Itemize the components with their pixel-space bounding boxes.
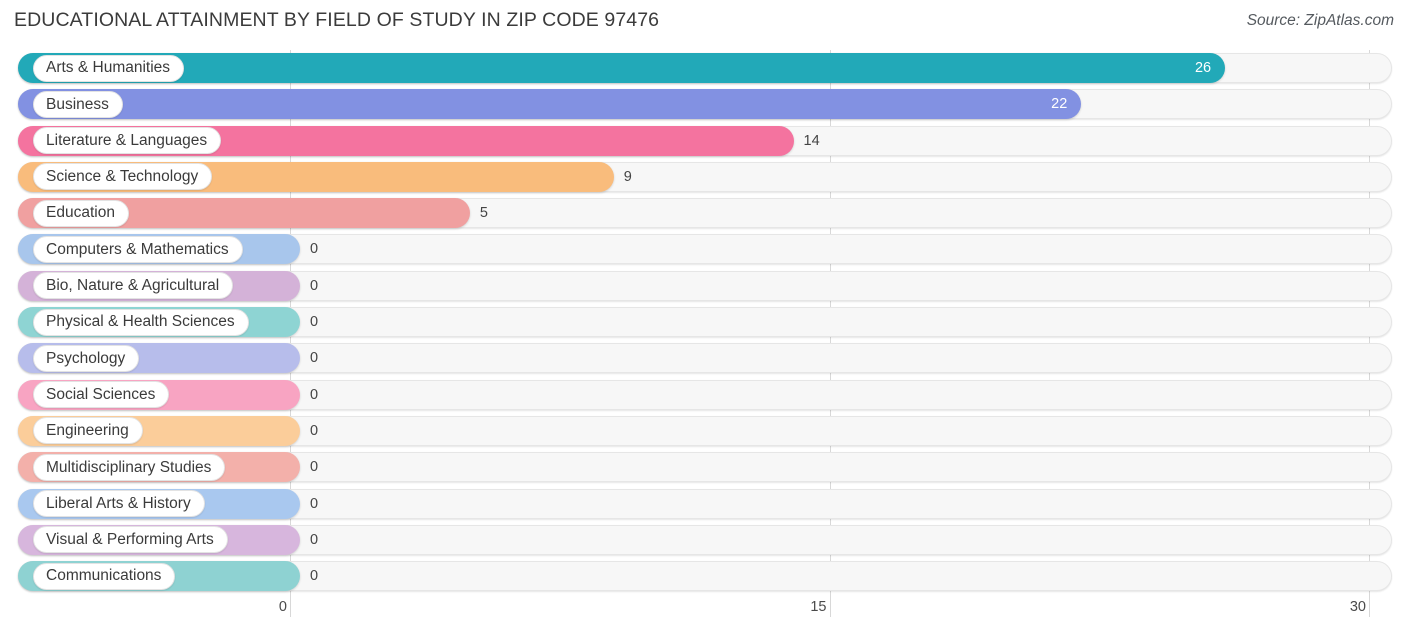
bar-label-pill: Liberal Arts & History	[33, 490, 205, 518]
bar-row: Education 5	[0, 195, 1406, 231]
bar-row: Liberal Arts & History 0	[0, 486, 1406, 522]
bar-label-pill: Science & Technology	[33, 163, 213, 191]
bar-label-pill: Education	[33, 199, 129, 227]
bar-row: Communications 0	[0, 558, 1406, 594]
bar-row: Computers & Mathematics 0	[0, 231, 1406, 267]
bar-row: Multidisciplinary Studies 0	[0, 449, 1406, 485]
bar-label: Physical & Health Sciences	[46, 313, 235, 331]
bar-value: 0	[310, 314, 319, 331]
bar[interactable]	[18, 53, 1226, 83]
bar-label-pill: Engineering	[33, 417, 143, 445]
bar-value: 14	[803, 132, 820, 149]
bar-row: Science & Technology 9	[0, 159, 1406, 195]
bar-label-pill: Business	[33, 90, 123, 118]
bar-rows: Arts & Humanities 26 Business 22 Literature …	[0, 50, 1406, 594]
bar-value: 0	[310, 459, 319, 476]
chart-page: EDUCATIONAL ATTAINMENT BY FIELD OF STUDY…	[0, 0, 1406, 631]
bar-value: 9	[623, 168, 632, 185]
bar-label: Science & Technology	[46, 168, 199, 186]
bar-row: Psychology 0	[0, 340, 1406, 376]
plot-area: Arts & Humanities 26 Business 22 Literature …	[0, 50, 1406, 595]
bar-label-pill: Communications	[33, 562, 176, 590]
bar-label-pill: Visual & Performing Arts	[33, 526, 228, 554]
bar-row: Physical & Health Sciences 0	[0, 304, 1406, 340]
axis-tick-label: 15	[810, 599, 827, 615]
source-attribution: Source: ZipAtlas.com	[1246, 12, 1394, 29]
bar-value: 0	[310, 568, 319, 585]
bar-label: Liberal Arts & History	[46, 494, 191, 512]
bar-value: 0	[310, 350, 319, 367]
bar-value: 0	[310, 386, 319, 403]
bar-value: 0	[310, 422, 319, 439]
bar-value: 0	[310, 241, 319, 258]
bar-value: 0	[310, 277, 319, 294]
bar[interactable]	[18, 89, 1082, 120]
axis-tick-mark-0	[290, 595, 291, 617]
bar-label: Multidisciplinary Studies	[46, 458, 212, 476]
bar-label: Business	[46, 95, 109, 113]
x-axis: 0 15 30	[0, 595, 1406, 631]
axis-tick-label: 30	[1349, 599, 1366, 615]
bar-label: Psychology	[46, 349, 126, 367]
bar-row: Visual & Performing Arts 0	[0, 522, 1406, 558]
bar-label: Communications	[46, 567, 162, 585]
bar-label: Visual & Performing Arts	[46, 531, 214, 549]
bar-label: Literature & Languages	[46, 131, 208, 149]
bar-label-pill: Multidisciplinary Studies	[33, 453, 226, 481]
axis-tick-label: 0	[278, 599, 287, 615]
bar-row: Social Sciences 0	[0, 377, 1406, 413]
page-title: EDUCATIONAL ATTAINMENT BY FIELD OF STUDY…	[14, 9, 660, 31]
bar-value: 22	[1051, 96, 1068, 113]
bar-label: Social Sciences	[46, 385, 156, 403]
bar-label: Arts & Humanities	[46, 59, 171, 77]
bar-value: 0	[310, 531, 319, 548]
bar-label-pill: Social Sciences	[33, 381, 170, 409]
bar-label-pill: Bio, Nature & Agricultural	[33, 272, 234, 300]
axis-tick-mark-30	[1369, 595, 1370, 617]
bar-row: Engineering 0	[0, 413, 1406, 449]
bar-label-pill: Psychology	[33, 344, 140, 372]
bar-label-pill: Arts & Humanities	[33, 54, 185, 82]
bar-label: Computers & Mathematics	[46, 240, 229, 258]
bar-label: Education	[46, 204, 115, 222]
bar-value: 0	[310, 495, 319, 512]
bar-label-pill: Computers & Mathematics	[33, 235, 243, 263]
bar-row: Bio, Nature & Agricultural 0	[0, 268, 1406, 304]
bar-row: Arts & Humanities 26	[0, 50, 1406, 86]
bar-value: 5	[479, 205, 488, 222]
bar-row: Literature & Languages 14	[0, 123, 1406, 159]
bar-label: Bio, Nature & Agricultural	[46, 277, 220, 295]
bar-value: 26	[1194, 60, 1212, 76]
bar-label-pill: Literature & Languages	[33, 127, 222, 155]
bar-label-pill: Physical & Health Sciences	[33, 308, 249, 336]
bar-row: Business 22	[0, 86, 1406, 122]
axis-tick-mark-15	[829, 595, 831, 617]
bar-label: Engineering	[46, 422, 129, 440]
